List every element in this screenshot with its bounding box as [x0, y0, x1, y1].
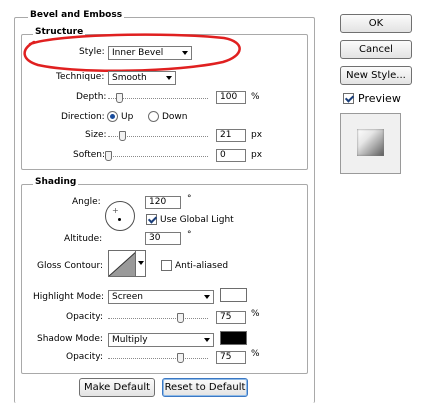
contour-dropdown-area[interactable]	[135, 251, 145, 276]
highlight-opacity-label: Opacity:	[66, 312, 103, 322]
altitude-field[interactable]: 30	[145, 232, 181, 245]
use-global-light-checkbox[interactable]	[146, 214, 157, 225]
size-label: Size:	[85, 130, 107, 140]
soften-unit: px	[251, 150, 263, 160]
preview-checkbox[interactable]	[343, 93, 354, 104]
bevel-emboss-title: Bevel and Emboss	[28, 10, 125, 20]
highlight-color-swatch[interactable]	[220, 288, 247, 302]
make-default-button[interactable]: Make Default	[79, 378, 155, 397]
depth-label: Depth:	[76, 92, 107, 102]
shadow-opacity-slider-track[interactable]	[108, 358, 208, 359]
size-slider-thumb[interactable]	[119, 131, 126, 141]
shadow-mode-value: Multiply	[112, 335, 148, 345]
shadow-mode-dropdown[interactable]: Multiply	[108, 333, 214, 347]
gloss-contour-picker[interactable]	[108, 250, 146, 277]
chevron-down-icon	[204, 295, 210, 299]
preview-swatch-image	[357, 129, 384, 156]
direction-up-label[interactable]: Up	[121, 112, 133, 122]
highlight-mode-dropdown[interactable]: Screen	[108, 290, 214, 304]
highlight-opacity-slider-thumb[interactable]	[177, 313, 184, 323]
chevron-down-icon	[166, 76, 172, 80]
use-global-light-label[interactable]: Use Global Light	[160, 215, 234, 225]
depth-slider-track[interactable]	[108, 98, 208, 99]
size-field[interactable]: 21	[216, 129, 246, 142]
soften-slider-thumb[interactable]	[105, 151, 112, 161]
size-unit: px	[251, 130, 263, 140]
contour-preview-icon	[109, 251, 137, 276]
highlight-opacity-field[interactable]: 75	[216, 311, 246, 324]
ok-button[interactable]: OK	[340, 14, 412, 33]
technique-value: Smooth	[112, 73, 147, 83]
anti-aliased-label[interactable]: Anti-aliased	[175, 261, 228, 271]
soften-label: Soften:	[73, 150, 106, 160]
angle-dial[interactable]: +	[105, 201, 135, 231]
highlight-mode-value: Screen	[112, 292, 143, 302]
highlight-opacity-unit: %	[251, 309, 260, 319]
preview-label[interactable]: Preview	[358, 92, 401, 105]
depth-unit: %	[251, 92, 260, 102]
gloss-contour-label: Gloss Contour:	[37, 261, 104, 271]
shadow-opacity-slider-thumb[interactable]	[177, 353, 184, 363]
highlight-opacity-slider-track[interactable]	[108, 318, 208, 319]
shadow-mode-label: Shadow Mode:	[37, 334, 103, 344]
depth-field[interactable]: 100	[216, 91, 246, 104]
angle-dial-marker: +	[112, 206, 119, 215]
soften-field[interactable]: 0	[216, 149, 246, 162]
reset-to-default-button[interactable]: Reset to Default	[162, 378, 248, 397]
shading-title: Shading	[33, 177, 79, 187]
direction-up-radio[interactable]	[107, 111, 118, 122]
direction-label: Direction:	[61, 112, 105, 122]
shadow-opacity-unit: %	[251, 349, 260, 359]
soften-slider-track[interactable]	[108, 156, 208, 157]
depth-slider-thumb[interactable]	[116, 93, 123, 103]
chevron-down-icon	[138, 261, 144, 265]
anti-aliased-checkbox[interactable]	[161, 260, 172, 271]
angle-label: Angle:	[72, 197, 101, 207]
shadow-color-swatch[interactable]	[220, 331, 247, 345]
cancel-button[interactable]: Cancel	[340, 40, 412, 59]
angle-unit: °	[187, 194, 192, 204]
angle-field[interactable]: 120	[145, 196, 181, 209]
highlight-mode-label: Highlight Mode:	[33, 292, 105, 302]
altitude-unit: °	[187, 230, 192, 240]
chevron-down-icon	[204, 338, 210, 342]
shadow-opacity-field[interactable]: 75	[216, 351, 246, 364]
technique-dropdown[interactable]: Smooth	[108, 71, 176, 85]
new-style-button[interactable]: New Style...	[340, 66, 412, 85]
angle-dial-center	[118, 218, 121, 221]
direction-down-radio[interactable]	[148, 111, 159, 122]
direction-down-label[interactable]: Down	[162, 112, 188, 122]
shadow-opacity-label: Opacity:	[66, 352, 103, 362]
annotation-ellipse	[23, 33, 241, 72]
preview-thumbnail	[340, 113, 401, 174]
technique-label: Technique:	[56, 72, 105, 82]
altitude-label: Altitude:	[64, 234, 103, 244]
